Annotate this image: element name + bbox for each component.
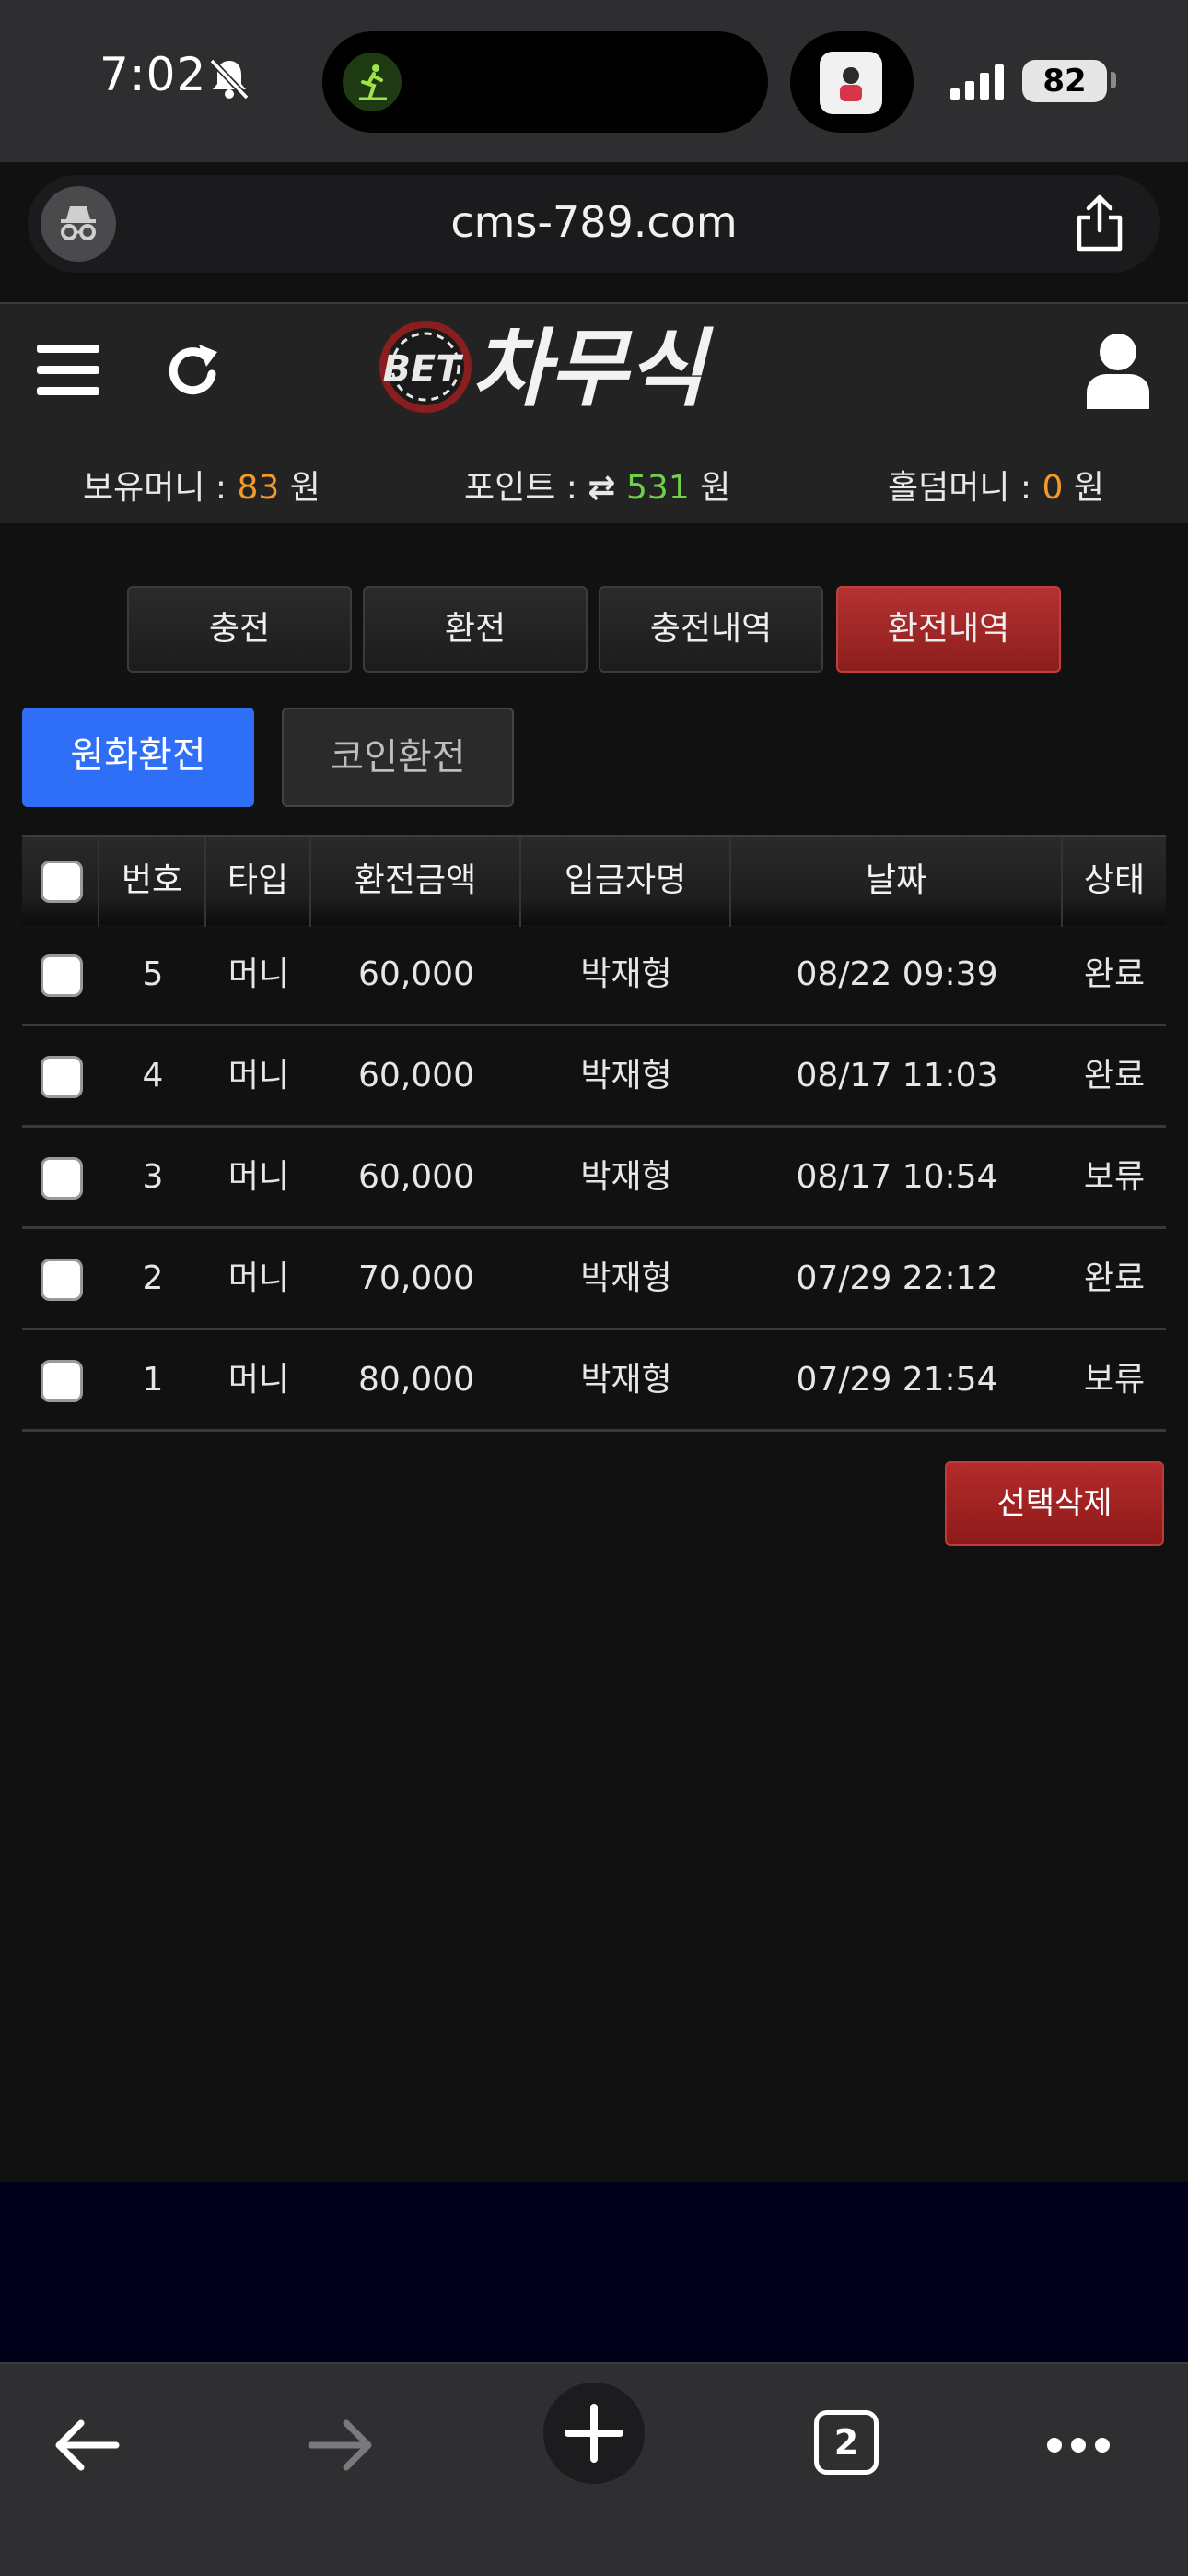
browser-toolbar: 2	[0, 2362, 1188, 2576]
table-row: 5 머니 60,000 박재형 08/22 09:39 완료	[22, 925, 1166, 1026]
battery-indicator: 82	[1022, 60, 1107, 102]
svg-text:차무식: 차무식	[472, 320, 714, 418]
cell-date: 08/17 11:03	[796, 1057, 998, 1095]
table-row: 3 머니 60,000 박재형 08/17 10:54 보류	[22, 1128, 1166, 1229]
dynamic-island	[322, 31, 768, 133]
row-checkbox[interactable]	[41, 954, 83, 997]
header-no: 번호	[99, 837, 206, 927]
refresh-icon[interactable]	[164, 343, 223, 402]
cell-type: 머니	[227, 1361, 290, 1399]
cell-date: 08/17 10:54	[796, 1158, 998, 1196]
cell-amount: 70,000	[358, 1259, 474, 1297]
cell-no: 3	[142, 1158, 164, 1196]
site-header: BET 차무식 보유머니 : 83 원 포인트 : ⇄ 531 원 홀덤머니 :…	[0, 302, 1188, 523]
cell-depositor: 박재형	[580, 1361, 672, 1399]
cell-status: 완료	[1083, 1259, 1146, 1297]
back-arrow-icon[interactable]	[53, 2418, 120, 2473]
site-logo[interactable]: BET 차무식	[378, 315, 801, 418]
holdem-balance: 홀덤머니 : 0 원	[888, 469, 1104, 507]
cell-amount: 60,000	[358, 1057, 474, 1095]
cell-type: 머니	[227, 1259, 290, 1297]
plus-icon	[565, 2404, 623, 2463]
now-playing-island	[790, 31, 914, 133]
table-row: 2 머니 70,000 박재형 07/29 22:12 완료	[22, 1229, 1166, 1330]
cell-status: 보류	[1083, 1361, 1146, 1399]
tab-charge-history[interactable]: 충전내역	[599, 586, 823, 673]
cell-amount: 60,000	[358, 955, 474, 993]
status-time: 7:02	[99, 48, 207, 101]
cell-depositor: 박재형	[580, 1259, 672, 1297]
hamburger-menu-icon[interactable]	[37, 343, 99, 398]
subtab-krw-exchange[interactable]: 원화환전	[22, 708, 254, 807]
more-options-icon[interactable]	[1046, 2436, 1111, 2454]
holdem-value: 0	[1042, 469, 1064, 507]
cell-no: 4	[142, 1057, 164, 1095]
tabs-overview-button[interactable]: 2	[814, 2410, 879, 2475]
cell-depositor: 박재형	[580, 955, 672, 993]
page-footer	[0, 2182, 1188, 2362]
forward-arrow-icon[interactable]	[308, 2418, 374, 2473]
select-all-checkbox[interactable]	[41, 861, 83, 903]
cell-amount: 60,000	[358, 1158, 474, 1196]
cell-no: 1	[142, 1361, 164, 1399]
tab-exchange-history[interactable]: 환전내역	[836, 586, 1061, 673]
table-row: 4 머니 60,000 박재형 08/17 11:03 완료	[22, 1026, 1166, 1128]
share-icon[interactable]	[1072, 193, 1127, 252]
address-bar[interactable]: cms-789.com	[28, 175, 1160, 273]
cell-no: 2	[142, 1259, 164, 1297]
exchange-history-table: 번호 타입 환전금액 입금자명 날짜 상태 5 머니 60,000 박재형 08…	[22, 835, 1166, 1432]
money-balance: 보유머니 : 83 원	[83, 469, 320, 507]
cell-date: 07/29 21:54	[796, 1361, 998, 1399]
table-header: 번호 타입 환전금액 입금자명 날짜 상태	[22, 835, 1166, 927]
cell-no: 5	[142, 955, 164, 993]
row-checkbox[interactable]	[41, 1157, 83, 1200]
url-text[interactable]: cms-789.com	[28, 197, 1160, 247]
cell-type: 머니	[227, 1158, 290, 1196]
cell-depositor: 박재형	[580, 1057, 672, 1095]
new-tab-button[interactable]	[543, 2383, 645, 2484]
balance-bar: 보유머니 : 83 원 포인트 : ⇄ 531 원 홀덤머니 : 0 원	[0, 461, 1188, 516]
user-account-icon[interactable]	[1085, 332, 1151, 409]
header-depositor: 입금자명	[521, 837, 731, 927]
cell-date: 08/22 09:39	[796, 955, 998, 993]
fitness-activity-icon	[343, 53, 402, 111]
bell-muted-icon	[209, 58, 250, 100]
cell-status: 완료	[1083, 955, 1146, 993]
svg-text:BET: BET	[382, 348, 463, 391]
cell-amount: 80,000	[358, 1361, 474, 1399]
row-checkbox[interactable]	[41, 1360, 83, 1402]
header-status: 상태	[1083, 861, 1146, 899]
cell-type: 머니	[227, 955, 290, 993]
delete-selected-button[interactable]: 선택삭제	[945, 1461, 1164, 1546]
table-row: 1 머니 80,000 박재형 07/29 21:54 보류	[22, 1330, 1166, 1432]
point-value: 531	[626, 469, 690, 507]
cell-depositor: 박재형	[580, 1158, 672, 1196]
header-type: 타입	[206, 837, 311, 927]
cellular-signal-icon	[950, 64, 1004, 100]
point-balance: 포인트 : ⇄ 531 원	[464, 469, 731, 507]
tab-exchange[interactable]: 환전	[363, 586, 588, 673]
transfer-arrows-icon[interactable]: ⇄	[588, 469, 615, 507]
header-date: 날짜	[731, 837, 1063, 927]
header-select-all	[22, 837, 99, 927]
status-bar: 7:02 82 cms-789.com	[0, 0, 1188, 273]
cell-status: 보류	[1083, 1158, 1146, 1196]
battery-cap	[1111, 72, 1116, 88]
row-checkbox[interactable]	[41, 1056, 83, 1098]
app-thumbnail-icon	[820, 52, 882, 114]
cell-date: 07/29 22:12	[796, 1259, 998, 1297]
money-value: 83	[237, 469, 280, 507]
subtab-coin-exchange[interactable]: 코인환전	[282, 708, 514, 807]
tab-charge[interactable]: 충전	[127, 586, 352, 673]
header-amount: 환전금액	[311, 837, 521, 927]
row-checkbox[interactable]	[41, 1259, 83, 1301]
cell-type: 머니	[227, 1057, 290, 1095]
cell-status: 완료	[1083, 1057, 1146, 1095]
